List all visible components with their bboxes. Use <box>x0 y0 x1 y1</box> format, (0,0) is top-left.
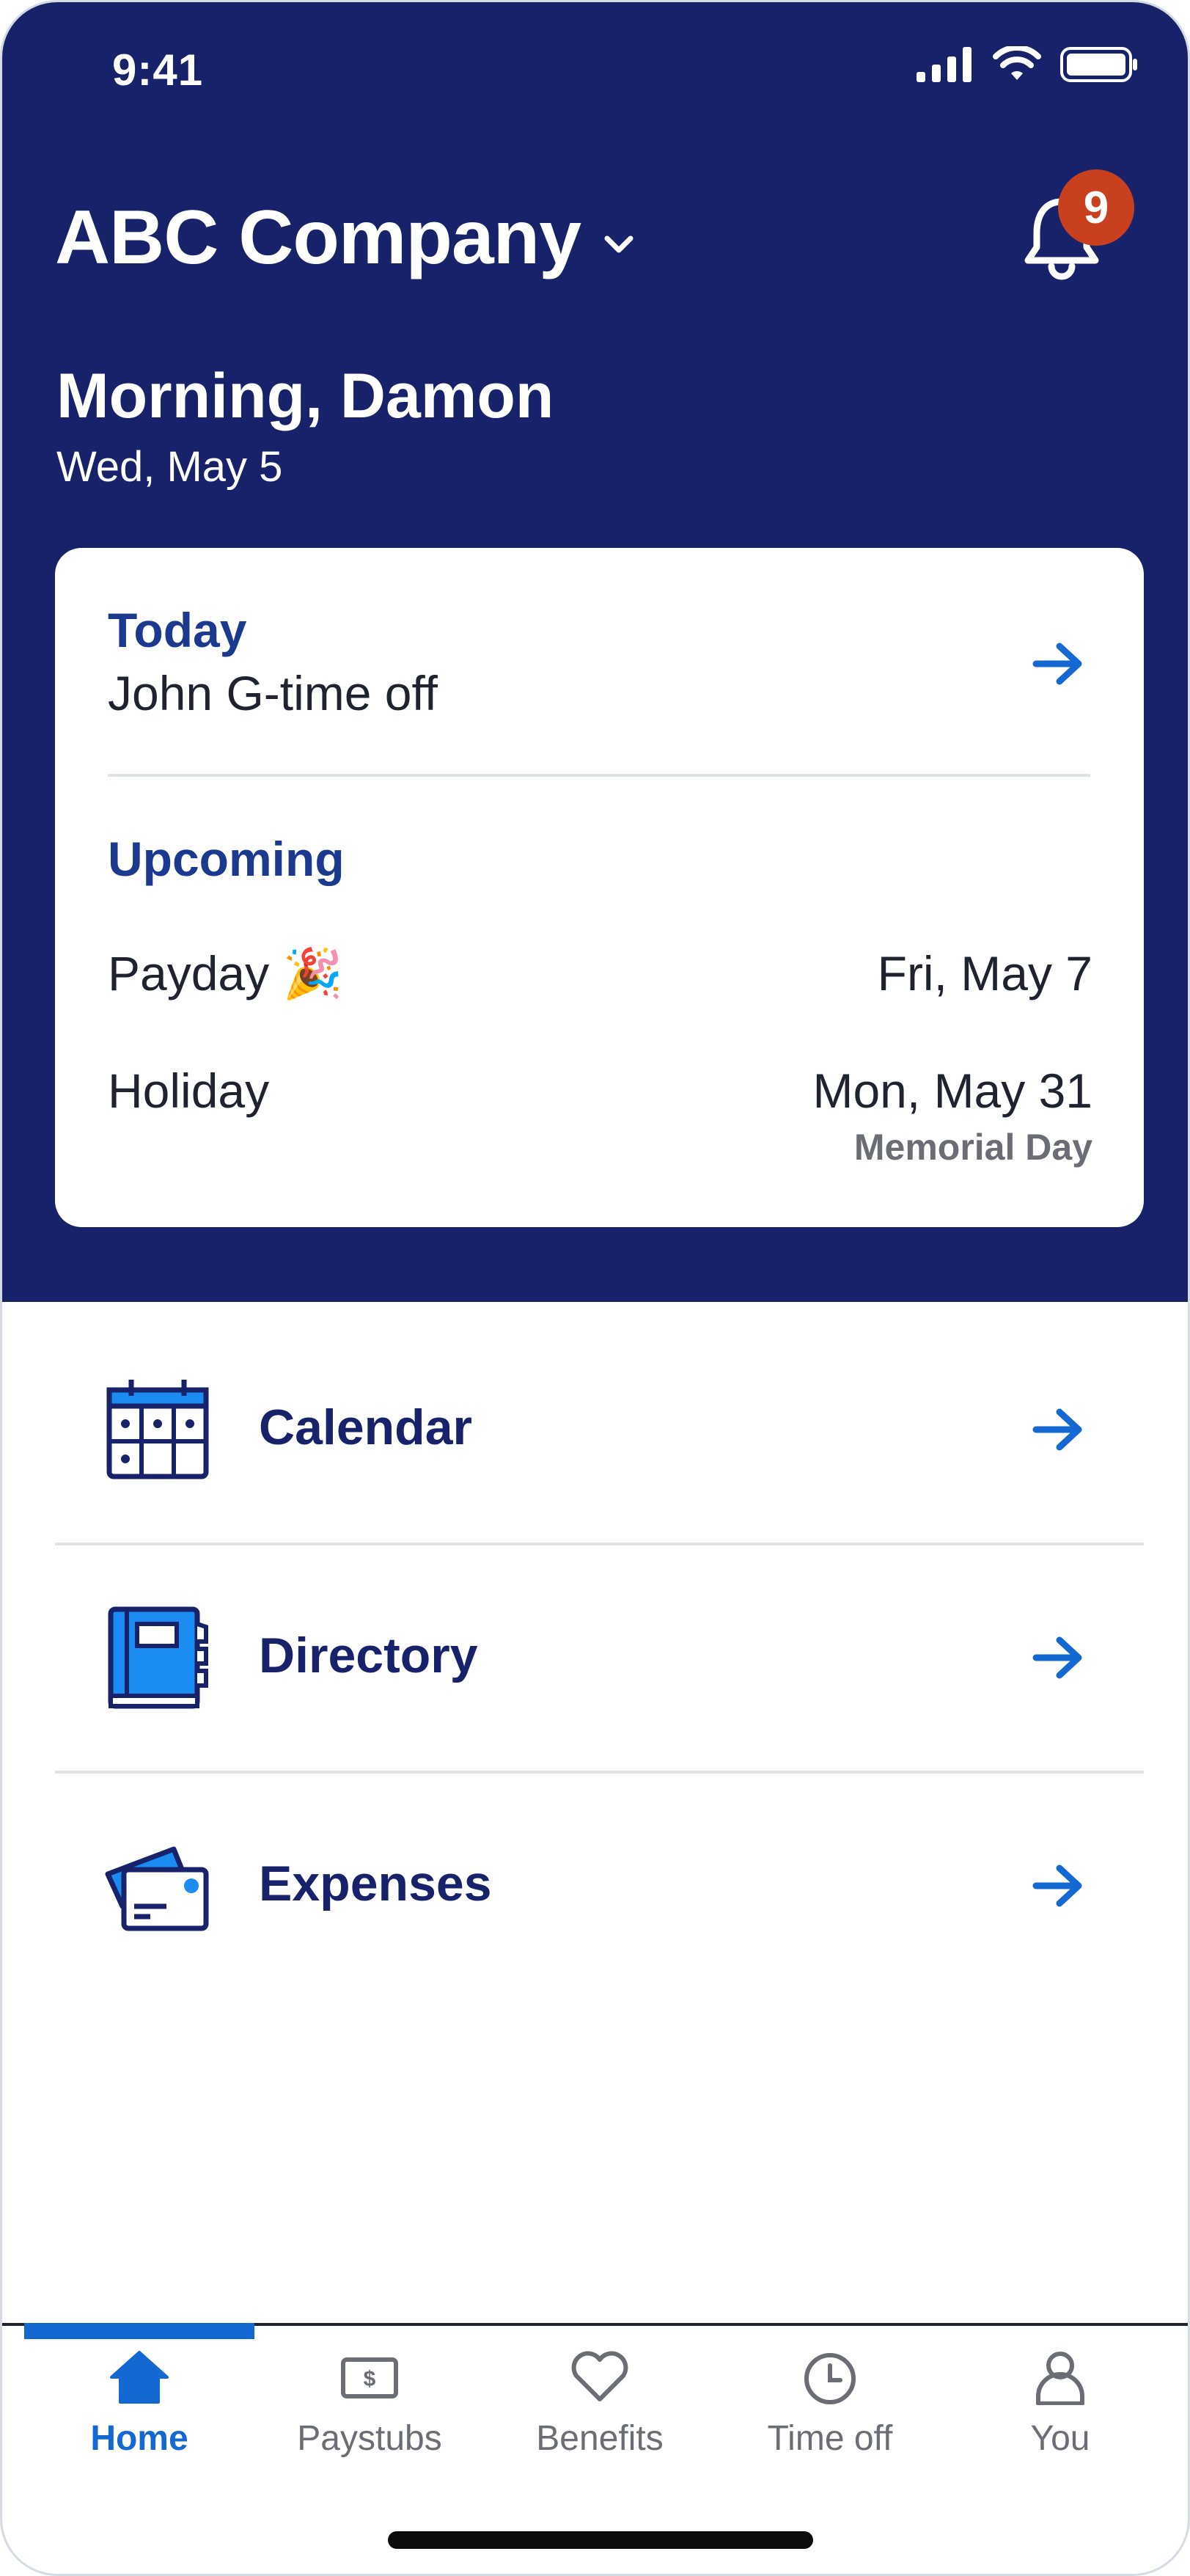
tab-home[interactable]: Home <box>24 2349 254 2474</box>
home-indicator <box>388 2531 813 2549</box>
greeting: Morning, Damon <box>56 361 554 431</box>
menu-item-calendar[interactable]: Calendar <box>55 1317 1144 1544</box>
clock-icon <box>804 2353 856 2404</box>
expenses-cards-icon <box>105 1846 209 1931</box>
summary-card: Today John G-time off Upcoming Payday 🎉 … <box>55 548 1144 1227</box>
tab-label: You <box>1030 2419 1090 2458</box>
paystub-icon: $ <box>341 2357 398 2398</box>
menu-item-expenses[interactable]: Expenses <box>55 1773 1144 2000</box>
tab-label: Time off <box>767 2419 893 2458</box>
tab-label: Benefits <box>536 2419 664 2458</box>
tab-label: Paystubs <box>297 2419 442 2458</box>
battery-icon <box>1060 47 1137 82</box>
person-icon <box>1036 2352 1084 2405</box>
heart-icon <box>571 2351 628 2401</box>
today-item: John G-time off <box>108 666 438 720</box>
arrow-right-icon <box>1032 1408 1082 1451</box>
directory-book-icon <box>108 1606 208 1709</box>
tab-paystubs[interactable]: $ Paystubs <box>254 2349 485 2474</box>
notification-badge[interactable]: 9 <box>1058 169 1134 246</box>
tab-benefits[interactable]: Benefits <box>485 2349 715 2474</box>
phone-screen: 9:41 ABC Company 9 Morning, Damon Wed, M… <box>0 0 1190 2576</box>
today-arrow-icon[interactable] <box>1032 642 1084 686</box>
svg-text:$: $ <box>364 2367 376 2391</box>
home-icon <box>110 2351 169 2404</box>
arrow-right-icon <box>1032 1865 1082 1907</box>
tab-time-off[interactable]: Time off <box>715 2349 945 2474</box>
company-name: ABC Company <box>55 195 581 280</box>
menu-item-label: Directory <box>259 1628 478 1683</box>
today-label: Today <box>108 603 247 657</box>
current-date: Wed, May 5 <box>56 443 283 491</box>
cellular-signal-icon <box>917 47 972 82</box>
upcoming-item-name: Payday 🎉 <box>108 946 343 1000</box>
upcoming-item-note: Memorial Day <box>853 1127 1092 1168</box>
status-time: 9:41 <box>112 45 204 95</box>
active-tab-indicator <box>24 2323 254 2339</box>
calendar-icon <box>106 1380 209 1479</box>
card-divider <box>108 774 1090 777</box>
status-icons <box>917 46 1139 83</box>
menu-item-label: Expenses <box>259 1856 492 1911</box>
tab-label: Home <box>90 2419 188 2458</box>
upcoming-label: Upcoming <box>108 832 345 886</box>
upcoming-item-date: Mon, May 31 <box>812 1064 1093 1118</box>
chevron-down-icon <box>604 235 633 252</box>
tab-you[interactable]: You <box>945 2349 1175 2474</box>
upcoming-item-name: Holiday <box>108 1064 270 1118</box>
menu-item-label: Calendar <box>259 1399 472 1455</box>
company-selector[interactable]: ABC Company <box>55 194 635 282</box>
header-band: 9:41 ABC Company 9 Morning, Damon Wed, M… <box>2 2 1188 1302</box>
upcoming-item-date: Fri, May 7 <box>877 946 1092 1000</box>
wifi-icon <box>993 46 1041 80</box>
arrow-right-icon <box>1032 1636 1082 1679</box>
menu-item-directory[interactable]: Directory <box>55 1545 1144 1772</box>
